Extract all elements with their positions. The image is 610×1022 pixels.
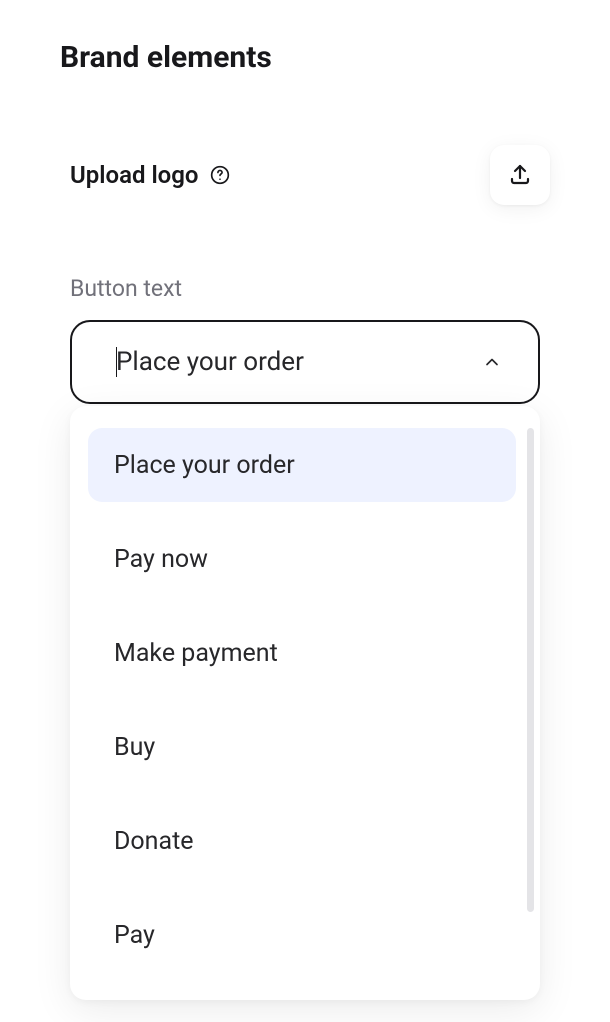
dropdown-option-place-your-order[interactable]: Place your order	[88, 428, 516, 502]
scrollbar[interactable]	[527, 428, 534, 912]
dropdown-option-pay-now[interactable]: Pay now	[88, 522, 516, 596]
dropdown-option-make-payment[interactable]: Make payment	[88, 616, 516, 690]
button-text-combobox[interactable]: Place your order	[70, 320, 540, 404]
upload-logo-label: Upload logo	[70, 161, 199, 189]
upload-icon	[508, 162, 532, 189]
section-title: Brand elements	[60, 40, 550, 75]
text-cursor	[116, 347, 117, 377]
upload-label-group: Upload logo	[70, 161, 231, 189]
button-text-value: Place your order	[116, 347, 304, 377]
dropdown-option-pay[interactable]: Pay	[88, 898, 516, 972]
upload-button[interactable]	[490, 145, 550, 205]
dropdown-option-buy[interactable]: Buy	[88, 710, 516, 784]
button-text-field: Place your order Place your order Pay no…	[60, 320, 550, 404]
button-text-dropdown: Place your order Pay now Make payment Bu…	[70, 406, 540, 1000]
chevron-up-icon	[482, 352, 502, 372]
upload-logo-row: Upload logo	[60, 145, 550, 205]
dropdown-option-donate[interactable]: Donate	[88, 804, 516, 878]
button-text-label: Button text	[60, 275, 550, 302]
help-icon[interactable]	[209, 164, 231, 186]
